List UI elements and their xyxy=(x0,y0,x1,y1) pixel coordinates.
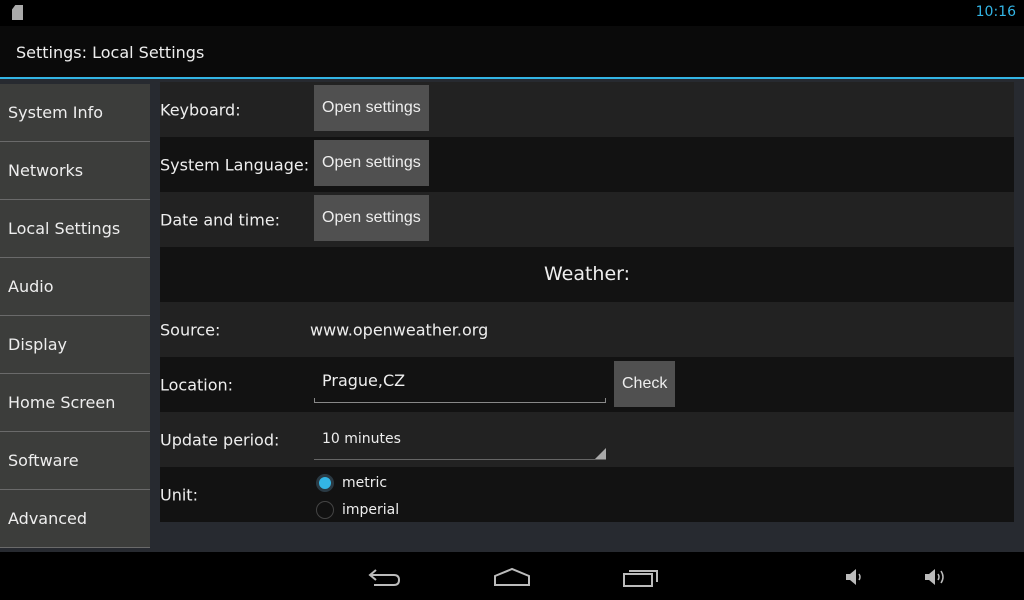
source-label: Source: xyxy=(160,320,221,339)
home-icon[interactable] xyxy=(493,566,531,588)
radio-unchecked-icon xyxy=(316,501,334,519)
sidebar-item-networks[interactable]: Networks xyxy=(0,142,150,200)
sidebar-item-local-settings[interactable]: Local Settings xyxy=(0,200,150,258)
update-row: Update period: 10 minutes xyxy=(160,412,1014,467)
navigation-bar xyxy=(0,552,1024,600)
keyboard-label: Keyboard: xyxy=(160,100,241,119)
back-icon[interactable] xyxy=(366,566,402,588)
dropdown-triangle-icon xyxy=(595,448,606,459)
volume-down-icon[interactable] xyxy=(843,566,865,588)
sidebar-item-display[interactable]: Display xyxy=(0,316,150,374)
source-value: www.openweather.org xyxy=(310,320,489,339)
radio-metric[interactable]: metric xyxy=(316,474,387,492)
radio-imperial[interactable]: imperial xyxy=(316,501,399,519)
datetime-label: Date and time: xyxy=(160,210,281,229)
source-row: Source: www.openweather.org xyxy=(160,302,1014,357)
sidebar-item-system-info[interactable]: System Info xyxy=(0,84,150,142)
volume-up-icon[interactable] xyxy=(922,566,948,588)
radio-checked-icon xyxy=(316,474,334,492)
location-row: Location: Prague,CZ Check xyxy=(160,357,1014,412)
update-label: Update period: xyxy=(160,430,280,449)
radio-label: metric xyxy=(342,475,388,491)
keyboard-open-settings-button[interactable]: Open settings xyxy=(314,85,429,131)
settings-content: Keyboard: Open settings System Language:… xyxy=(160,82,1014,522)
action-bar: Settings: Local Settings xyxy=(0,26,1024,79)
unit-label: Unit: xyxy=(160,485,198,504)
sidebar-item-advanced[interactable]: Advanced xyxy=(0,490,150,548)
language-row: System Language: Open settings xyxy=(160,137,1014,192)
sd-card-icon xyxy=(12,5,23,20)
radio-label: imperial xyxy=(342,502,400,518)
weather-header: Weather: xyxy=(160,247,1014,302)
sidebar-item-audio[interactable]: Audio xyxy=(0,258,150,316)
check-button[interactable]: Check xyxy=(614,361,676,407)
sidebar-item-home-screen[interactable]: Home Screen xyxy=(0,374,150,432)
keyboard-row: Keyboard: Open settings xyxy=(160,82,1014,137)
sidebar: System Info Networks Local Settings Audi… xyxy=(0,84,150,548)
status-bar: 10:16 xyxy=(0,0,1024,26)
clock: 10:16 xyxy=(975,4,1016,20)
sidebar-item-software[interactable]: Software xyxy=(0,432,150,490)
datetime-row: Date and time: Open settings xyxy=(160,192,1014,247)
location-input[interactable]: Prague,CZ xyxy=(314,365,606,403)
datetime-open-settings-button[interactable]: Open settings xyxy=(314,195,429,241)
unit-row: Unit: metric imperial xyxy=(160,467,1014,522)
recent-apps-icon[interactable] xyxy=(622,566,660,588)
update-period-value: 10 minutes xyxy=(322,431,401,447)
language-open-settings-button[interactable]: Open settings xyxy=(314,140,429,186)
update-period-spinner[interactable]: 10 minutes xyxy=(314,420,606,460)
page-title: Settings: Local Settings xyxy=(16,43,205,62)
language-label: System Language: xyxy=(160,155,310,174)
location-label: Location: xyxy=(160,375,234,394)
